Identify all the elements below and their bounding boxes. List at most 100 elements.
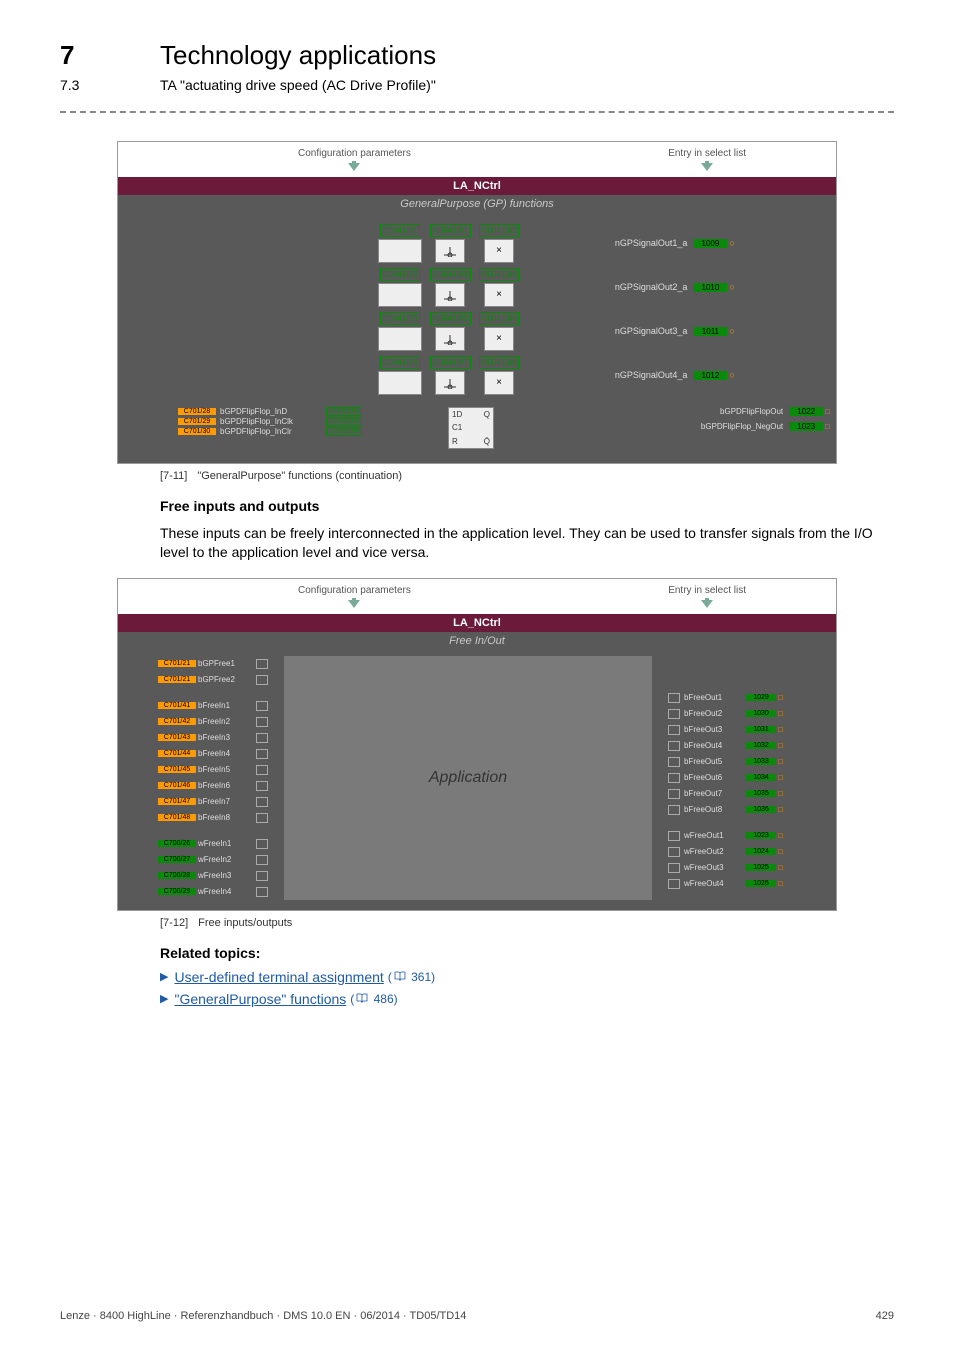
triangle-bullet-icon: ▶: [160, 970, 168, 983]
free-in-label: wFreeIn1: [198, 839, 254, 848]
gp-section-header: GeneralPurpose (GP) functions: [118, 195, 836, 213]
arrow-down-icon: [701, 161, 713, 171]
free-out-label: bFreeOut1: [684, 693, 744, 702]
free-in-label: bFreeIn8: [198, 813, 254, 822]
triangle-bullet-icon: ▶: [160, 992, 168, 1005]
entry-pill: 1010: [693, 283, 727, 292]
port-box-icon: [668, 847, 680, 857]
port-box-icon: [256, 797, 268, 807]
la-header: LA_NCtrl: [118, 177, 836, 195]
figure-caption-2: [7-12]Free inputs/outputs: [160, 917, 894, 929]
port-circle-icon: ○: [729, 326, 734, 336]
port-box-icon: [256, 839, 268, 849]
section-number: 7.3: [60, 77, 160, 93]
port-circle-icon: ○: [729, 370, 734, 380]
free-in-label: bFreeIn3: [198, 733, 254, 742]
topic-link[interactable]: "GeneralPurpose" functions: [174, 991, 346, 1007]
ff-input-label: bGPDFlipFlop_InD: [220, 407, 324, 416]
free-io-section-header: Free In/Out: [118, 632, 836, 650]
footer-left: Lenze · 8400 HighLine · Referenzhandbuch…: [60, 1310, 466, 1322]
entry-pill: 1022: [789, 407, 823, 416]
port-box-icon: [256, 749, 268, 759]
port-box-icon: [668, 725, 680, 735]
port-box-icon: [256, 813, 268, 823]
config-params-label: Configuration parameters: [298, 585, 411, 608]
free-out-label: bFreeOut7: [684, 789, 744, 798]
port-box-icon: [256, 733, 268, 743]
port-code: C701/21: [158, 676, 196, 683]
port-square-icon: □: [825, 422, 830, 431]
multiply-icon: ×: [484, 283, 514, 307]
port-code: C701/42: [158, 718, 196, 725]
port-code: C701/43: [158, 734, 196, 741]
port-code: C701/30: [178, 428, 216, 435]
port-box-icon: [668, 879, 680, 889]
param-code: C00413/2: [479, 224, 520, 237]
param-box: [378, 239, 422, 263]
port-square-icon: □: [778, 693, 783, 702]
port-code: C701/44: [158, 750, 196, 757]
param-code: C00410/1: [380, 224, 421, 237]
config-params-label: Configuration parameters: [298, 148, 411, 171]
port-circle-icon: ○: [729, 238, 734, 248]
port-square-icon: □: [778, 773, 783, 782]
port-square-icon: □: [778, 863, 783, 872]
param-box: [378, 371, 422, 395]
free-io-heading: Free inputs and outputs: [160, 498, 894, 514]
free-in-label: wFreeIn2: [198, 855, 254, 864]
free-out-label: wFreeOut3: [684, 863, 744, 872]
entry-pill: 1025: [746, 864, 776, 871]
param-code: C00833/6: [326, 427, 362, 436]
port-code: C700/27: [158, 856, 196, 863]
chapter-title: Technology applications: [160, 40, 436, 71]
entry-pill: 1035: [746, 790, 776, 797]
application-box: Application: [284, 656, 652, 900]
la-header: LA_NCtrl: [118, 614, 836, 632]
figure-gp-functions: Configuration parameters Entry in select…: [117, 141, 837, 464]
arrow-down-icon: [701, 598, 713, 608]
free-in-label: bFreeIn6: [198, 781, 254, 790]
free-in-label: bFreeIn4: [198, 749, 254, 758]
param-code: C00413/7: [430, 356, 471, 369]
param-code: C00410/2: [380, 268, 421, 281]
flipflop-box: 1D Q C1 R Q̄: [448, 407, 494, 449]
port-square-icon: □: [778, 709, 783, 718]
page-ref: ( 361): [388, 970, 435, 984]
free-in-label: bFreeIn2: [198, 717, 254, 726]
entry-pill: 1026: [746, 880, 776, 887]
ff-output-label: bGPDFlipFlopOut: [720, 407, 783, 416]
port-box-icon: [668, 863, 680, 873]
param-code: C00413/6: [479, 312, 520, 325]
port-box-icon: [668, 693, 680, 703]
port-circle-icon: ○: [729, 282, 734, 292]
port-code: C700/28: [158, 872, 196, 879]
param-code: C00413/4: [479, 268, 520, 281]
param-code: C00413/3: [430, 268, 471, 281]
param-code: C00413/1: [430, 224, 471, 237]
free-out-label: wFreeOut2: [684, 847, 744, 856]
entry-pill: 1036: [746, 806, 776, 813]
port-code: C701/28: [178, 408, 216, 415]
param-code: C00833/5: [326, 417, 362, 426]
port-box-icon: [256, 855, 268, 865]
arrow-down-icon: [348, 161, 360, 171]
page-ref: ( 486): [350, 992, 397, 1006]
port-code: C700/26: [158, 840, 196, 847]
port-square-icon: □: [778, 741, 783, 750]
related-topics-heading: Related topics:: [160, 945, 894, 961]
switch-icon: [435, 371, 465, 395]
entry-pill: 1029: [746, 694, 776, 701]
entry-pill: 1012: [693, 371, 727, 380]
signal-label: nGPSignalOut2_a: [567, 282, 691, 292]
signal-label: nGPSignalOut3_a: [567, 326, 691, 336]
port-box-icon: [256, 887, 268, 897]
topic-link[interactable]: User-defined terminal assignment: [174, 969, 383, 985]
port-square-icon: □: [778, 805, 783, 814]
port-code: C701/45: [158, 766, 196, 773]
port-square-icon: □: [778, 725, 783, 734]
free-in-label: bFreeIn1: [198, 701, 254, 710]
divider: [60, 111, 894, 113]
port-code: C701/21: [158, 660, 196, 667]
free-in-label: bGPFree1: [198, 659, 254, 668]
port-box-icon: [256, 765, 268, 775]
